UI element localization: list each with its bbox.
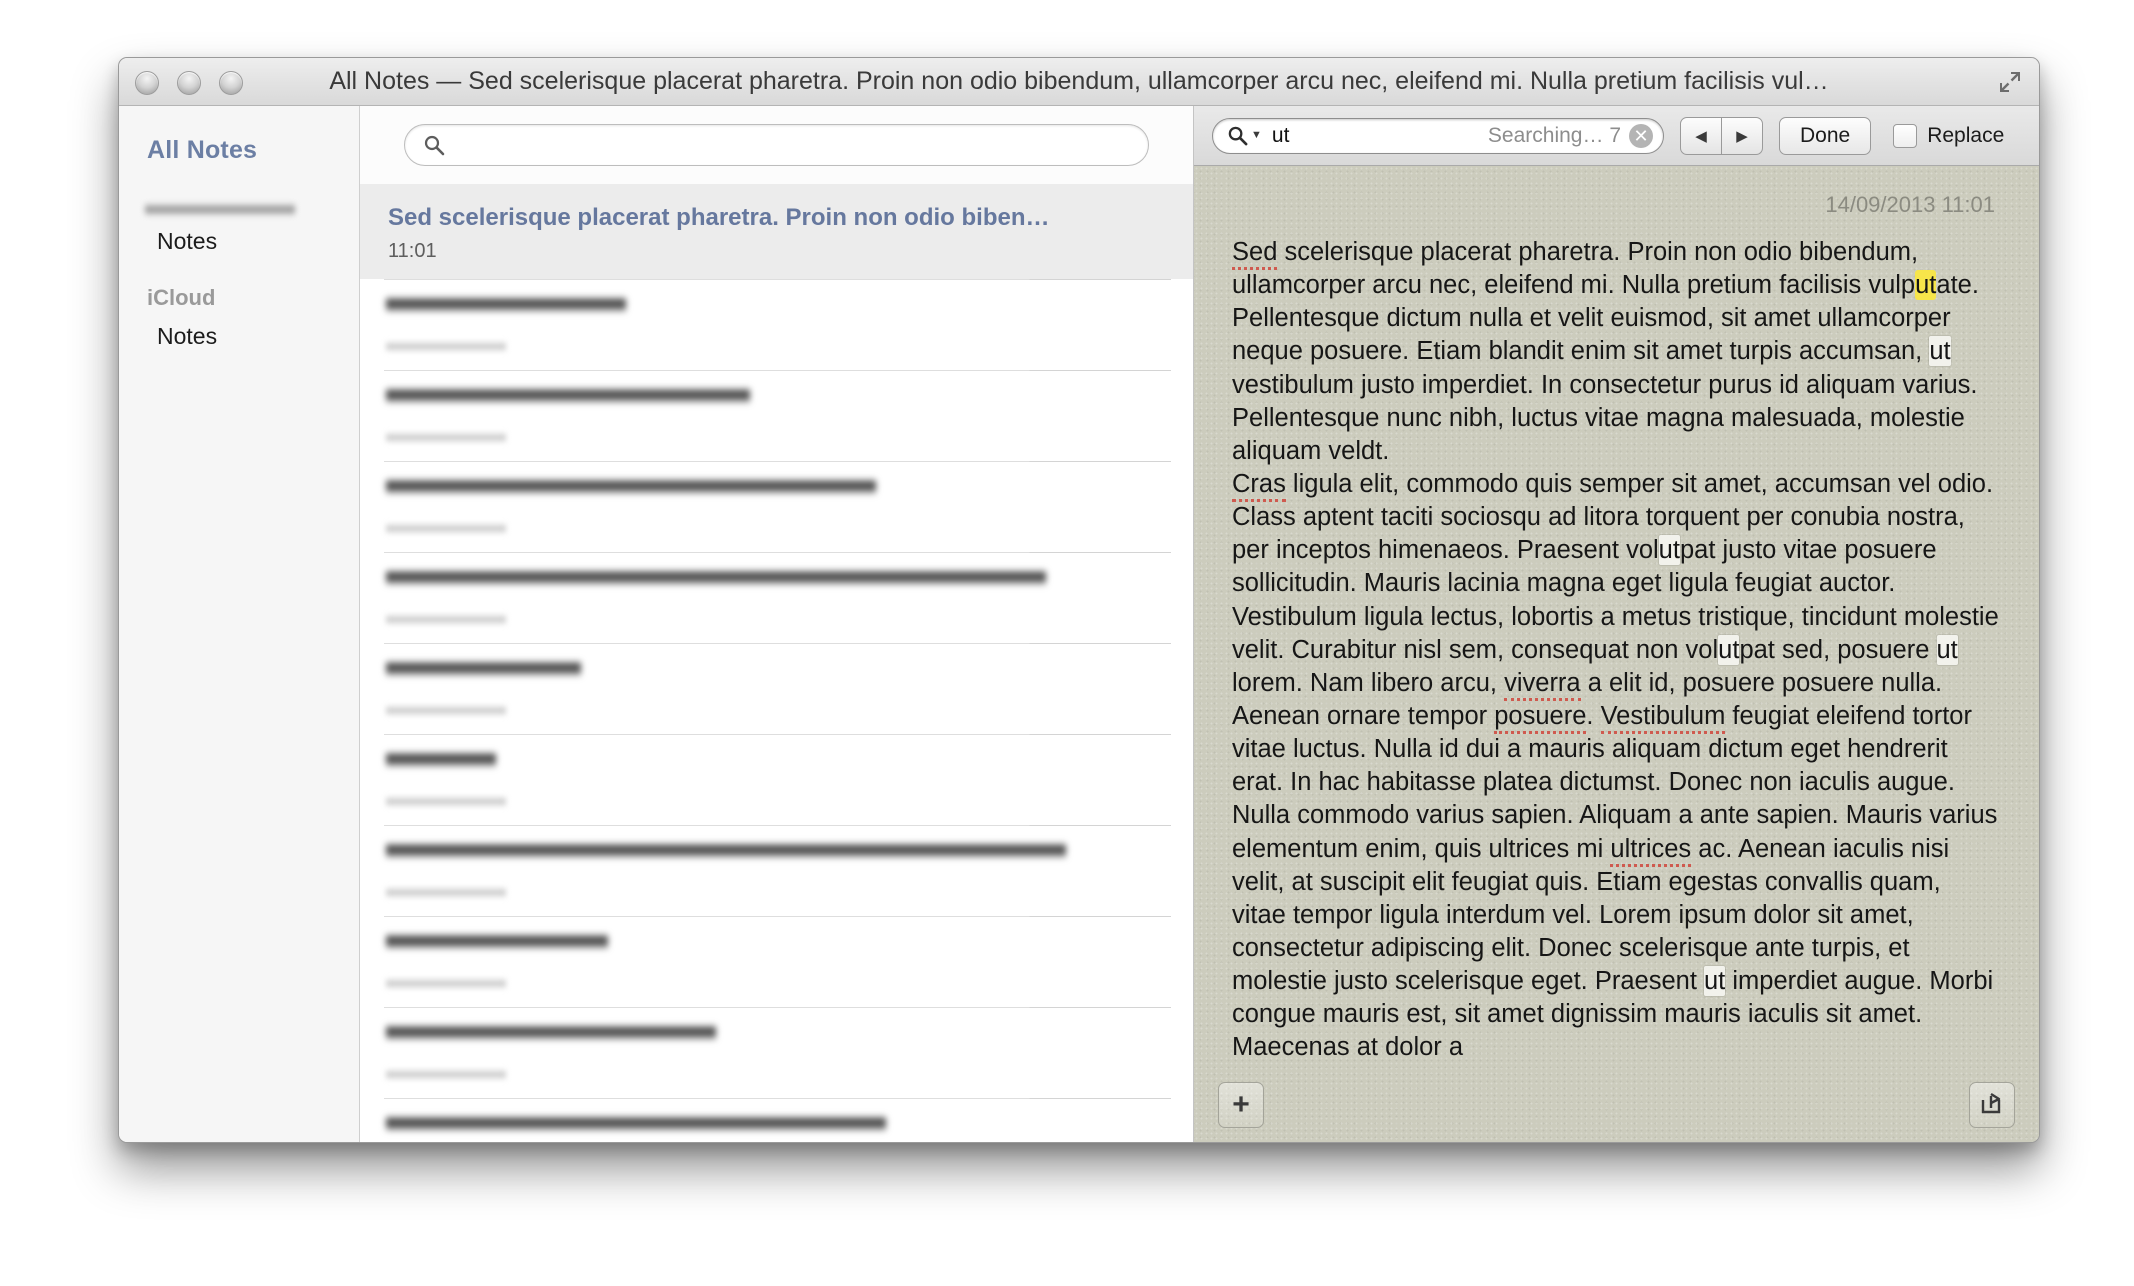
note-item-title-redacted: [386, 1115, 886, 1132]
note-paragraph: Sed scelerisque placerat pharetra. Proin…: [1232, 236, 1999, 468]
note-item-time: 11:01: [388, 240, 437, 262]
note-list-item-selected[interactable]: Sed scelerisque placerat pharetra. Proin…: [360, 184, 1193, 279]
note-list-item[interactable]: [360, 644, 1193, 716]
note-item-title-redacted: [386, 751, 496, 768]
note-item-title-redacted: [386, 387, 750, 404]
sidebar-item-notes-icloud[interactable]: Notes: [119, 311, 359, 350]
find-match: ut: [1936, 634, 1958, 665]
find-match: ut: [1929, 336, 1951, 367]
note-item-title-redacted: [386, 569, 1046, 586]
find-match: ut: [1704, 966, 1726, 997]
search-field[interactable]: [404, 124, 1149, 166]
note-item-subtitle-redacted: [386, 614, 506, 625]
note-list-item[interactable]: [360, 1099, 1193, 1142]
find-status-text: Searching… 7: [1487, 123, 1621, 147]
share-button[interactable]: [1969, 1082, 2015, 1128]
note-list-item[interactable]: [360, 371, 1193, 443]
note-bottom-toolbar: +: [1194, 1068, 2039, 1142]
note-item-subtitle-redacted: [386, 1069, 506, 1080]
share-icon: [1979, 1090, 2005, 1121]
spellcheck-word: posuere: [1494, 701, 1587, 734]
find-match-current: ut: [1915, 270, 1937, 301]
note-list-item[interactable]: [360, 280, 1193, 352]
clear-icon[interactable]: ✕: [1629, 123, 1653, 148]
find-match: ut: [1718, 634, 1740, 665]
replace-checkbox[interactable]: [1893, 123, 1918, 148]
sidebar-item-all-notes[interactable]: All Notes: [119, 130, 359, 165]
note-text-run: pat sed, posuere: [1739, 635, 1937, 664]
note-body-text[interactable]: Sed scelerisque placerat pharetra. Proin…: [1194, 218, 2039, 1065]
note-list-item[interactable]: [360, 553, 1193, 625]
note-item-subtitle-redacted: [386, 796, 506, 807]
note-item-subtitle-redacted: [386, 523, 506, 534]
note-item-subtitle-redacted: [386, 341, 506, 352]
window-content: All Notes Notes iCloud Notes Sed sceleri…: [119, 106, 2039, 1142]
note-paper[interactable]: 14/09/2013 11:01 Sed scelerisque placera…: [1194, 166, 2039, 1142]
note-list-item[interactable]: [360, 917, 1193, 989]
note-list-redacted-items: [360, 279, 1193, 1142]
desktop-background: All Notes — Sed scelerisque placerat pha…: [0, 0, 2134, 1286]
plus-icon: +: [1232, 1088, 1250, 1121]
sidebar: All Notes Notes iCloud Notes: [119, 106, 360, 1142]
note-item-subtitle-redacted: [386, 432, 506, 443]
replace-toggle[interactable]: Replace: [1893, 123, 2005, 148]
window-titlebar[interactable]: All Notes — Sed scelerisque placerat pha…: [119, 58, 2039, 106]
sidebar-item-notes-local[interactable]: Notes: [119, 216, 359, 255]
note-text-run: .: [1586, 701, 1601, 730]
note-item-title-redacted: [386, 660, 581, 677]
find-match: ut: [1658, 535, 1680, 566]
note-item-title-redacted: [386, 842, 1066, 859]
window-title: All Notes — Sed scelerisque placerat pha…: [329, 67, 1829, 95]
note-item-subtitle-redacted: [386, 887, 506, 898]
note-item-subtitle-redacted: [386, 705, 506, 716]
spellcheck-word: Sed: [1232, 238, 1278, 270]
note-item-title-redacted: [386, 933, 608, 950]
spellcheck-word: Cras: [1232, 469, 1286, 502]
spellcheck-word: Vestibulum: [1600, 701, 1726, 734]
note-item-title-redacted: [386, 478, 876, 495]
note-paragraph: Cras ligula elit, commodo quis semper si…: [1232, 468, 1999, 1065]
add-note-button[interactable]: +: [1218, 1082, 1264, 1128]
find-nav-buttons: ◀ ▶: [1680, 116, 1763, 155]
find-next-button[interactable]: ▶: [1721, 117, 1762, 154]
search-icon[interactable]: [1227, 125, 1248, 146]
sidebar-group-icloud: iCloud: [147, 285, 216, 310]
search-input[interactable]: [453, 132, 1134, 158]
note-item-title-redacted: [386, 296, 626, 313]
chevron-down-icon[interactable]: ▼: [1251, 130, 1262, 141]
done-button[interactable]: Done: [1779, 116, 1872, 155]
find-bar: ▼ ut Searching… 7 ✕ ◀ ▶ Done Replace: [1194, 106, 2039, 166]
note-list-item[interactable]: [360, 462, 1193, 534]
note-text-run: scelerisque placerat pharetra. Proin non…: [1232, 238, 1926, 300]
sidebar-account-redacted: [145, 203, 295, 216]
fullscreen-icon[interactable]: [1997, 69, 2023, 95]
note-list-item[interactable]: [360, 735, 1193, 807]
note-list-item[interactable]: [360, 826, 1193, 898]
replace-label: Replace: [1927, 123, 2005, 147]
find-previous-button[interactable]: ◀: [1681, 118, 1721, 154]
note-list-item[interactable]: [360, 1008, 1193, 1080]
note-item-title: Sed scelerisque placerat pharetra. Proin…: [388, 204, 1050, 231]
spellcheck-word: viverra: [1504, 668, 1581, 701]
search-icon: [423, 134, 445, 156]
note-item-title-redacted: [386, 1024, 716, 1041]
note-list-search-area: [360, 106, 1193, 184]
spellcheck-word: ultrices: [1610, 834, 1692, 867]
note-item-subtitle-redacted: [386, 978, 506, 989]
note-detail-pane: ▼ ut Searching… 7 ✕ ◀ ▶ Done Replace 14/…: [1194, 106, 2039, 1142]
find-field[interactable]: ▼ ut Searching… 7 ✕: [1212, 117, 1664, 154]
notes-window: All Notes — Sed scelerisque placerat pha…: [118, 57, 2040, 1143]
note-date: 14/09/2013 11:01: [1825, 192, 1995, 217]
find-query-text: ut: [1271, 123, 1290, 147]
note-list-pane: Sed scelerisque placerat pharetra. Proin…: [360, 106, 1194, 1142]
